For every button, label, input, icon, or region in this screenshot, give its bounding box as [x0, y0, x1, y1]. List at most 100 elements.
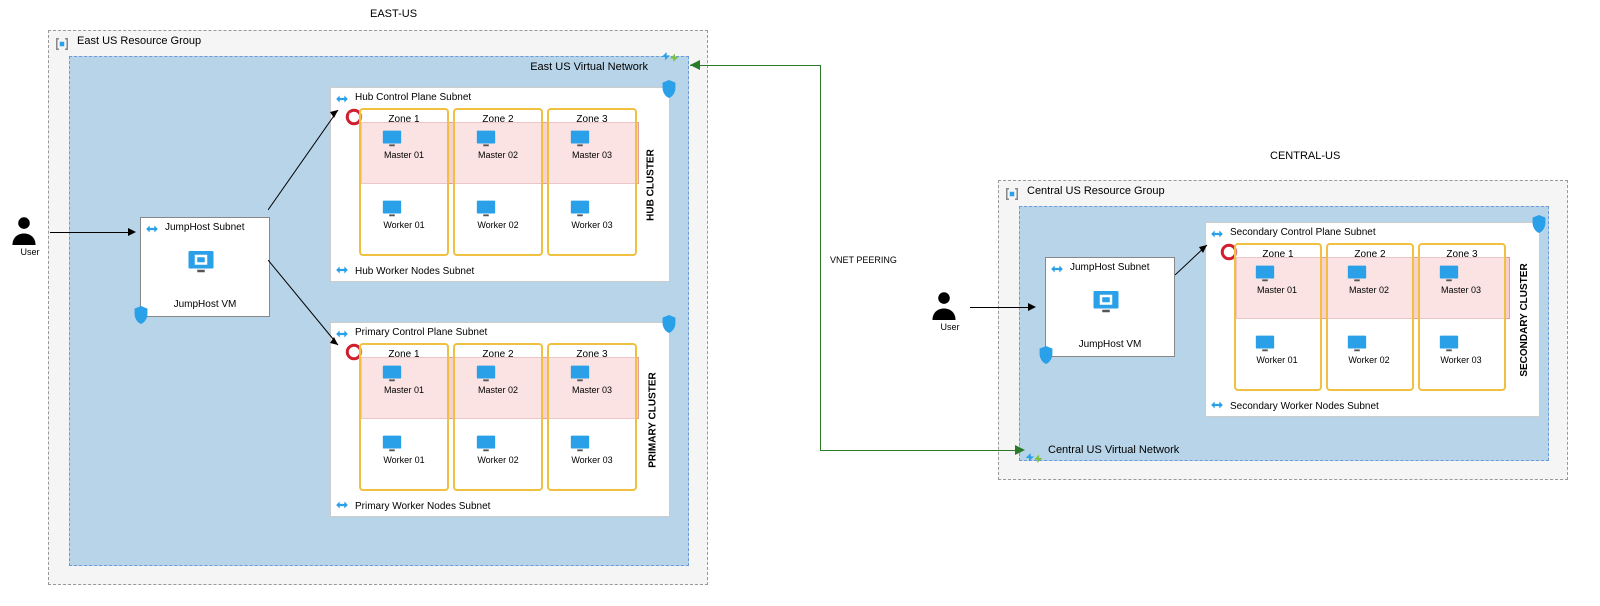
- primary-cluster-box: Primary Control Plane Subnet PRIMARY CLU…: [330, 322, 670, 517]
- resource-group-east: East US Resource Group East US Virtual N…: [48, 30, 708, 585]
- shield-icon: [661, 80, 677, 98]
- zone-title: Zone 1: [1262, 249, 1293, 260]
- master-node: Master 03: [569, 363, 615, 395]
- shield-icon: [1038, 346, 1054, 364]
- zone-title: Zone 3: [576, 349, 607, 360]
- primary-cluster-label: PRIMARY CLUSTER: [648, 372, 659, 468]
- user-icon: [930, 290, 958, 320]
- jumphost-subnet-title: JumpHost Subnet: [1070, 262, 1150, 273]
- arrow-head-icon: [1028, 303, 1036, 311]
- vm-icon: [381, 363, 403, 383]
- vm-icon: [475, 363, 497, 383]
- master-node: Master 02: [1346, 263, 1392, 295]
- master-node: Master 03: [1438, 263, 1484, 295]
- node-label: Worker 01: [1254, 355, 1300, 365]
- resource-group-title: Central US Resource Group: [1027, 185, 1165, 197]
- master-node: Master 02: [475, 363, 521, 395]
- jumphost-vm-label: JumpHost VM: [141, 299, 269, 310]
- vm-icon: [1438, 263, 1460, 283]
- jumphost-vm: [1091, 288, 1131, 314]
- hub-cluster-label: HUB CLUSTER: [646, 149, 657, 221]
- vnet-icon: [1024, 448, 1044, 468]
- vm-icon: [569, 198, 591, 218]
- node-label: Worker 02: [475, 220, 521, 230]
- user-east: User: [10, 215, 50, 257]
- vm-icon: [475, 433, 497, 453]
- virtual-network-east: East US Virtual Network JumpHost Subnet …: [69, 56, 689, 566]
- node-label: Master 03: [569, 385, 615, 395]
- arrow-user-jumphost: [50, 232, 130, 233]
- peering-line: [820, 450, 1020, 451]
- hub-control-subnet-title: Hub Control Plane Subnet: [355, 92, 471, 103]
- resource-group-central: Central US Resource Group Central US Vir…: [998, 180, 1568, 480]
- shield-icon: [133, 306, 149, 324]
- jumphost-vm: [186, 248, 226, 274]
- secondary-cluster-label: SECONDARY CLUSTER: [1519, 263, 1530, 376]
- zone-title: Zone 3: [1446, 249, 1477, 260]
- vm-icon: [1254, 263, 1276, 283]
- vm-icon: [569, 433, 591, 453]
- vnet-title: Central US Virtual Network: [1048, 444, 1179, 456]
- jumphost-vm-label: JumpHost VM: [1046, 339, 1174, 350]
- region-label-central: CENTRAL-US: [1270, 150, 1340, 162]
- node-label: Worker 03: [1438, 355, 1484, 365]
- user-label: User: [930, 322, 970, 332]
- node-label: Worker 03: [569, 220, 615, 230]
- vm-icon: [569, 128, 591, 148]
- primary-worker-subnet-title: Primary Worker Nodes Subnet: [355, 501, 490, 512]
- worker-node: Worker 02: [1346, 333, 1392, 365]
- resource-group-icon: [53, 35, 71, 53]
- vnet-title: East US Virtual Network: [530, 61, 648, 73]
- zone-title: Zone 1: [388, 114, 419, 125]
- subnet-icon: [335, 498, 349, 512]
- node-label: Master 02: [475, 385, 521, 395]
- arrow-head-icon: [128, 228, 136, 236]
- vm-icon: [381, 433, 403, 453]
- vnet-icon: [660, 47, 680, 67]
- vm-icon: [1254, 333, 1276, 353]
- vm-icon: [381, 198, 403, 218]
- worker-node: Worker 01: [381, 198, 427, 230]
- zone-title: Zone 2: [1354, 249, 1385, 260]
- master-node: Master 03: [569, 128, 615, 160]
- user-central: User: [930, 290, 970, 332]
- subnet-icon: [1210, 227, 1224, 241]
- subnet-icon: [145, 222, 159, 236]
- master-node: Master 01: [381, 128, 427, 160]
- node-label: Master 01: [381, 385, 427, 395]
- zone-title: Zone 3: [576, 114, 607, 125]
- node-label: Master 02: [475, 150, 521, 160]
- worker-node: Worker 03: [569, 433, 615, 465]
- node-label: Master 03: [1438, 285, 1484, 295]
- node-label: Master 01: [381, 150, 427, 160]
- hub-cluster-box: Hub Control Plane Subnet HUB CLUSTER Zon…: [330, 87, 670, 282]
- worker-node: Worker 02: [475, 198, 521, 230]
- secondary-worker-subnet-title: Secondary Worker Nodes Subnet: [1230, 401, 1379, 412]
- arrow-user-jumphost-central: [970, 307, 1030, 308]
- vm-icon: [475, 198, 497, 218]
- arrow-jumphost-primary: [268, 260, 348, 360]
- vnet-peering-label: VNET PEERING: [830, 255, 897, 265]
- zone-title: Zone 1: [388, 349, 419, 360]
- arrow-jumphost-hub: [268, 100, 348, 220]
- hub-worker-subnet-title: Hub Worker Nodes Subnet: [355, 266, 474, 277]
- vm-icon: [1438, 333, 1460, 353]
- jumphost-subnet-title: JumpHost Subnet: [165, 222, 245, 233]
- node-label: Master 02: [1346, 285, 1392, 295]
- worker-node: Worker 03: [1438, 333, 1484, 365]
- vm-icon: [186, 248, 216, 274]
- peering-line: [690, 65, 820, 66]
- resource-group-icon: [1003, 185, 1021, 203]
- virtual-network-central: Central US Virtual Network JumpHost Subn…: [1019, 206, 1549, 461]
- node-label: Worker 02: [1346, 355, 1392, 365]
- jumphost-subnet-central: JumpHost Subnet JumpHost VM: [1045, 257, 1175, 357]
- master-node: Master 02: [475, 128, 521, 160]
- peering-line: [820, 65, 821, 450]
- secondary-control-subnet-title: Secondary Control Plane Subnet: [1230, 227, 1376, 238]
- vm-icon: [381, 128, 403, 148]
- arrow-jumphost-secondary: [1175, 240, 1215, 280]
- vm-icon: [569, 363, 591, 383]
- node-label: Worker 01: [381, 220, 427, 230]
- node-label: Worker 01: [381, 455, 427, 465]
- worker-node: Worker 02: [475, 433, 521, 465]
